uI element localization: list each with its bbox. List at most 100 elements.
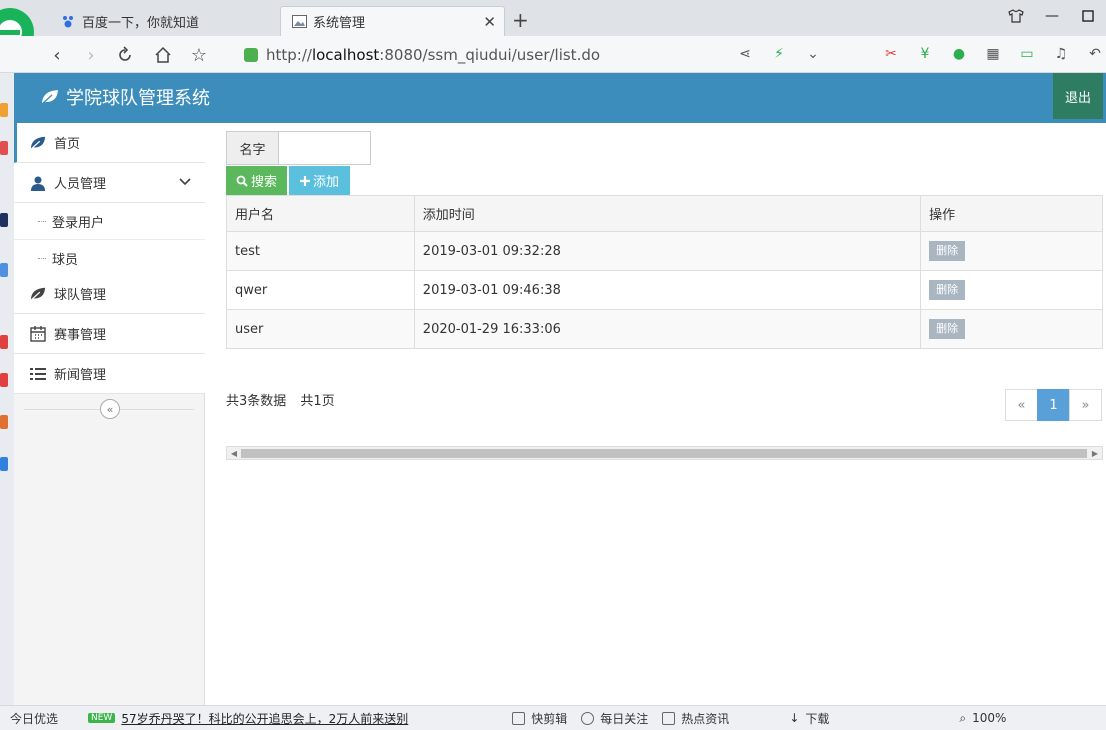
close-tab-icon[interactable]: ✕ — [483, 13, 496, 31]
new-badge: NEW — [88, 713, 116, 723]
sidebar-item-teams[interactable]: 球队管理 — [14, 274, 205, 314]
quick-clip-button[interactable]: 快剪辑 — [512, 710, 567, 727]
forward-icon[interactable]: › — [78, 42, 104, 68]
user-table: 用户名 添加时间 操作 test 2019-03-01 09:32:28 删除 … — [226, 195, 1103, 349]
back-icon[interactable]: ‹ — [44, 42, 70, 68]
pagination: « 1 » — [1005, 389, 1102, 421]
sidebar-item-label: 新闻管理 — [54, 368, 107, 383]
scroll-right-icon[interactable]: ▶ — [1088, 447, 1102, 459]
lightning-icon[interactable]: ⚡ — [769, 44, 789, 64]
page-button-current[interactable]: 1 — [1037, 389, 1070, 421]
table-row: qwer 2019-03-01 09:46:38 删除 — [226, 270, 1103, 310]
leaf-icon — [28, 133, 48, 153]
pagination-summary: 共3条数据 共1页 — [226, 390, 345, 409]
sidebar-collapse-button[interactable]: « — [100, 399, 120, 419]
app-title-text: 学院球队管理系统 — [66, 88, 210, 109]
cell-add-time: 2020-01-29 16:33:06 — [413, 309, 922, 349]
headphones-icon[interactable]: ♫ — [1051, 44, 1071, 64]
hot-news-button[interactable]: 热点资讯 — [662, 710, 729, 727]
favorite-star-icon[interactable]: ☆ — [186, 42, 212, 68]
delete-button[interactable]: 删除 — [929, 280, 966, 300]
today-picks-link[interactable]: 今日优选 — [10, 710, 58, 727]
daily-follow-button[interactable]: 每日关注 — [581, 710, 648, 727]
calendar-icon — [28, 324, 48, 344]
name-search-input[interactable] — [278, 131, 371, 165]
download-button[interactable]: ↓ 下载 — [789, 710, 829, 727]
cell-username: test — [226, 231, 415, 271]
sidebar-item-label: 赛事管理 — [54, 328, 107, 343]
delete-button[interactable]: 删除 — [929, 241, 966, 261]
chevron-down-icon[interactable]: ⌄ — [803, 44, 823, 64]
sidebar: 首页 人员管理 登录用户 球员 球队管理 赛事管理 新闻管理 « — [14, 123, 205, 705]
share-icon[interactable]: ⋖ — [735, 44, 755, 64]
total-count-text: 共3条数据 — [226, 394, 287, 409]
tab-system[interactable]: 系统管理 ✕ — [280, 6, 505, 36]
url-prefix: http:// — [266, 45, 312, 64]
add-button-label: 添加 — [312, 174, 339, 189]
apps-grid-icon[interactable]: ▦ — [983, 44, 1003, 64]
scroll-left-icon[interactable]: ◀ — [227, 447, 241, 459]
scissors-icon[interactable]: ✂ — [881, 44, 901, 64]
sidebar-item-label: 球队管理 — [54, 288, 107, 303]
prev-page-button[interactable]: « — [1005, 389, 1038, 421]
sidebar-subitem-players[interactable]: 球员 — [14, 240, 205, 277]
leaf-icon — [40, 90, 58, 106]
plus-icon — [299, 175, 310, 186]
clip-icon — [512, 711, 526, 725]
cell-actions: 删除 — [920, 231, 1103, 271]
zoom-level[interactable]: ⌕ 100% — [959, 711, 1006, 726]
sidebar-item-news[interactable]: 新闻管理 — [14, 354, 205, 394]
undo-icon[interactable]: ↶ — [1085, 44, 1105, 64]
minimize-icon[interactable]: — — [1034, 0, 1070, 32]
window-controls: — — [998, 0, 1106, 32]
magnifier-icon: ⌕ — [959, 710, 967, 725]
column-header-actions: 操作 — [920, 195, 1103, 232]
column-header-username: 用户名 — [226, 195, 415, 232]
table-row: test 2019-03-01 09:32:28 删除 — [226, 231, 1103, 271]
news-headline: 57岁乔丹哭了！科比的公开追思会上，2万人前来送别 — [121, 711, 409, 726]
cell-add-time: 2019-03-01 09:46:38 — [413, 270, 922, 310]
browser-status-bar: 今日优选 NEW 57岁乔丹哭了！科比的公开追思会上，2万人前来送别 快剪辑 每… — [0, 705, 1106, 730]
list-icon — [28, 364, 48, 384]
tab-title: 系统管理 — [313, 16, 366, 31]
desktop-edge — [0, 73, 14, 705]
shirt-icon[interactable] — [998, 0, 1034, 32]
chat-icon[interactable]: ● — [949, 44, 969, 64]
url-field[interactable]: http://localhost:8080/ssm_qiudui/user/li… — [244, 41, 804, 68]
secure-shield-icon — [244, 47, 258, 62]
new-tab-button[interactable]: + — [512, 8, 529, 32]
table-row: user 2020-01-29 16:33:06 删除 — [226, 309, 1103, 349]
status-tool-label: 快剪辑 — [531, 711, 568, 726]
logout-button[interactable]: 退出 — [1053, 73, 1103, 119]
battery-icon[interactable]: ▭ — [1017, 44, 1037, 64]
tab-baidu[interactable]: 百度一下，你就知道 — [50, 6, 275, 36]
maximize-icon[interactable] — [1070, 0, 1106, 32]
delete-button[interactable]: 删除 — [929, 319, 966, 339]
sidebar-item-home[interactable]: 首页 — [14, 123, 205, 163]
column-header-add-time: 添加时间 — [413, 195, 922, 232]
user-icon — [28, 173, 48, 193]
next-page-button[interactable]: » — [1069, 389, 1102, 421]
scrollbar-thumb[interactable] — [241, 449, 1087, 458]
search-label: 名字 — [226, 131, 279, 165]
chevron-down-icon — [179, 175, 191, 190]
yuan-icon[interactable]: ¥ — [915, 44, 935, 64]
cell-username: user — [226, 309, 415, 349]
news-ticker[interactable]: NEW 57岁乔丹哭了！科比的公开追思会上，2万人前来送别 — [88, 710, 408, 727]
horizontal-scrollbar[interactable]: ◀ ▶ — [226, 446, 1103, 460]
play-icon — [581, 711, 595, 725]
sidebar-subitem-login-users[interactable]: 登录用户 — [14, 203, 205, 240]
home-icon[interactable] — [150, 42, 176, 68]
sidebar-item-matches[interactable]: 赛事管理 — [14, 314, 205, 354]
add-button[interactable]: 添加 — [289, 166, 350, 195]
news-icon — [662, 711, 676, 725]
status-tool-label: 热点资讯 — [681, 711, 730, 726]
browser-tab-bar: 百度一下，你就知道 系统管理 ✕ + — — [0, 0, 1106, 56]
cell-add-time: 2019-03-01 09:32:28 — [413, 231, 922, 271]
reload-icon[interactable] — [112, 42, 138, 68]
search-button[interactable]: 搜索 — [226, 166, 287, 195]
browser-toolbar: ⋖ ⚡ ⌄ ✂ ¥ ● ▦ ▭ ♫ ↶ ≡ — [735, 44, 1106, 64]
sidebar-item-label: 人员管理 — [54, 177, 107, 192]
sidebar-item-personnel[interactable]: 人员管理 — [14, 163, 205, 203]
cell-username: qwer — [226, 270, 415, 310]
